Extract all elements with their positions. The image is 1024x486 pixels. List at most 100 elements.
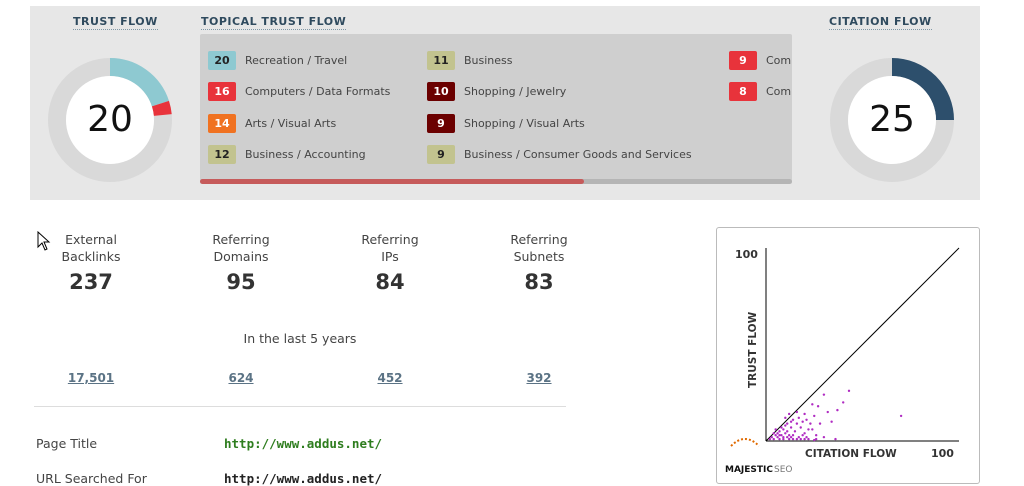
scatter-point [772,432,775,435]
topic-label: Com [766,53,792,67]
topic-row[interactable]: 9 Shopping / Visual Arts [427,113,585,133]
scatter-point [793,430,797,433]
stat-referring-domains: Referring Domains 95 [186,231,296,294]
trust-flow-title: TRUST FLOW [73,15,158,30]
scatter-point [782,437,785,441]
topic-row[interactable]: 9 Com [729,50,791,70]
scatter-point [778,434,781,437]
scatter-point [803,432,806,435]
scatter-point [789,420,793,423]
scatter-point [791,434,795,437]
scatter-points [768,389,903,442]
scatter-point [784,424,787,427]
history-backlinks-link[interactable]: 17,501 [36,371,146,385]
topics-scrollbar-thumb[interactable] [200,179,584,184]
topic-row[interactable]: 12 Business / Accounting [208,144,366,164]
scatter-point [776,432,779,435]
scatter-point [786,422,789,425]
scatter-point [818,422,822,425]
flow-scatter-chart-card: 100 100 CITATION FLOW TRUST FLOW MAJESTI… [716,227,980,484]
topic-score-badge: 9 [427,144,455,164]
stat-label: Backlinks [61,249,121,264]
trust-flow-gauge: 20 [48,58,172,182]
topic-score-badge: 14 [208,113,236,133]
scatter-point [797,435,801,439]
topic-label: Business / Accounting [245,147,366,161]
page-title-value: http://www.addus.net/ [224,436,383,451]
scatter-point [807,428,810,431]
stat-value: 83 [524,270,554,294]
topics-scrollbar[interactable] [200,179,792,184]
topic-label: Computers / Data Formats [245,84,391,98]
topic-score-badge: 8 [729,81,757,101]
scatter-point [782,428,785,431]
scatter-point [787,437,791,441]
scatter-point [774,428,777,431]
scatter-point [801,434,804,437]
scatter-point [776,435,779,439]
history-domains-link[interactable]: 624 [186,371,296,385]
stat-value: 237 [69,270,113,294]
scatter-point [813,414,816,418]
topic-row[interactable]: 14 Arts / Visual Arts [208,113,336,133]
stat-value: 84 [375,270,405,294]
topic-row[interactable]: 10 Shopping / Jewelry [427,81,566,101]
scatter-point [791,437,795,441]
scatter-point [795,410,799,414]
topic-label: Shopping / Jewelry [464,84,567,98]
topic-score-badge: 16 [208,81,236,101]
scatter-point [811,403,814,406]
page-title-label: Page Title [36,436,98,451]
scatter-point [813,438,816,442]
stat-referring-ips: Referring IPs 84 [335,231,445,294]
scatter-point [805,435,808,439]
scatter-point [822,435,826,439]
scatter-point [836,408,839,412]
flow-scatter-chart: 100 100 CITATION FLOW TRUST FLOW MAJESTI… [725,247,960,475]
topical-trust-flow-list[interactable]: 20 Recreation / Travel 16 Computers / Da… [200,34,792,184]
topic-row[interactable]: 16 Computers / Data Formats [208,81,390,101]
topic-row[interactable]: 11 Business [427,50,513,70]
topic-score-badge: 12 [208,144,236,164]
period-label: In the last 5 years [243,331,357,346]
scatter-point [805,418,808,421]
topic-label: Shopping / Visual Arts [464,116,585,130]
majestic-logo: MAJESTIC SEO [725,438,792,475]
scatter-point [822,393,826,396]
stat-label: Domains [213,249,269,264]
topic-label: Business [464,53,513,67]
scatter-point [899,414,903,418]
scatter-point [778,430,781,433]
trust-flow-value: 20 [87,99,133,140]
scatter-point [795,422,799,425]
stat-label: Referring [212,232,270,247]
history-subnets-link[interactable]: 392 [484,371,594,385]
scatter-point [842,401,845,404]
scatter-point [803,437,806,441]
history-ips-link[interactable]: 452 [335,371,445,385]
scatter-point [826,410,829,414]
topical-trust-flow-title: TOPICAL TRUST FLOW [201,15,347,30]
scatter-point [786,430,789,433]
diagonal-line [765,247,960,442]
scatter-point [784,432,787,435]
citation-flow-value: 25 [869,99,915,140]
scatter-point [816,405,820,408]
scatter-point [811,428,814,431]
scatter-point [780,426,783,429]
scatter-point [830,420,833,423]
topic-row[interactable]: 20 Recreation / Travel [208,50,347,70]
scatter-point [786,435,789,439]
topic-score-badge: 10 [427,81,455,101]
stat-label: External [65,232,117,247]
scatter-point [814,434,818,437]
scatter-point [834,437,837,441]
topic-row[interactable]: 8 Com [729,81,791,101]
stat-label: Subnets [513,249,565,264]
topic-score-badge: 9 [427,113,455,133]
stat-label: Referring [361,232,419,247]
y-axis-max-label: 100 [735,248,758,261]
topic-row[interactable]: 9 Business / Consumer Goods and Services [427,144,692,164]
scatter-point [770,435,773,439]
scatter-point [787,412,791,416]
